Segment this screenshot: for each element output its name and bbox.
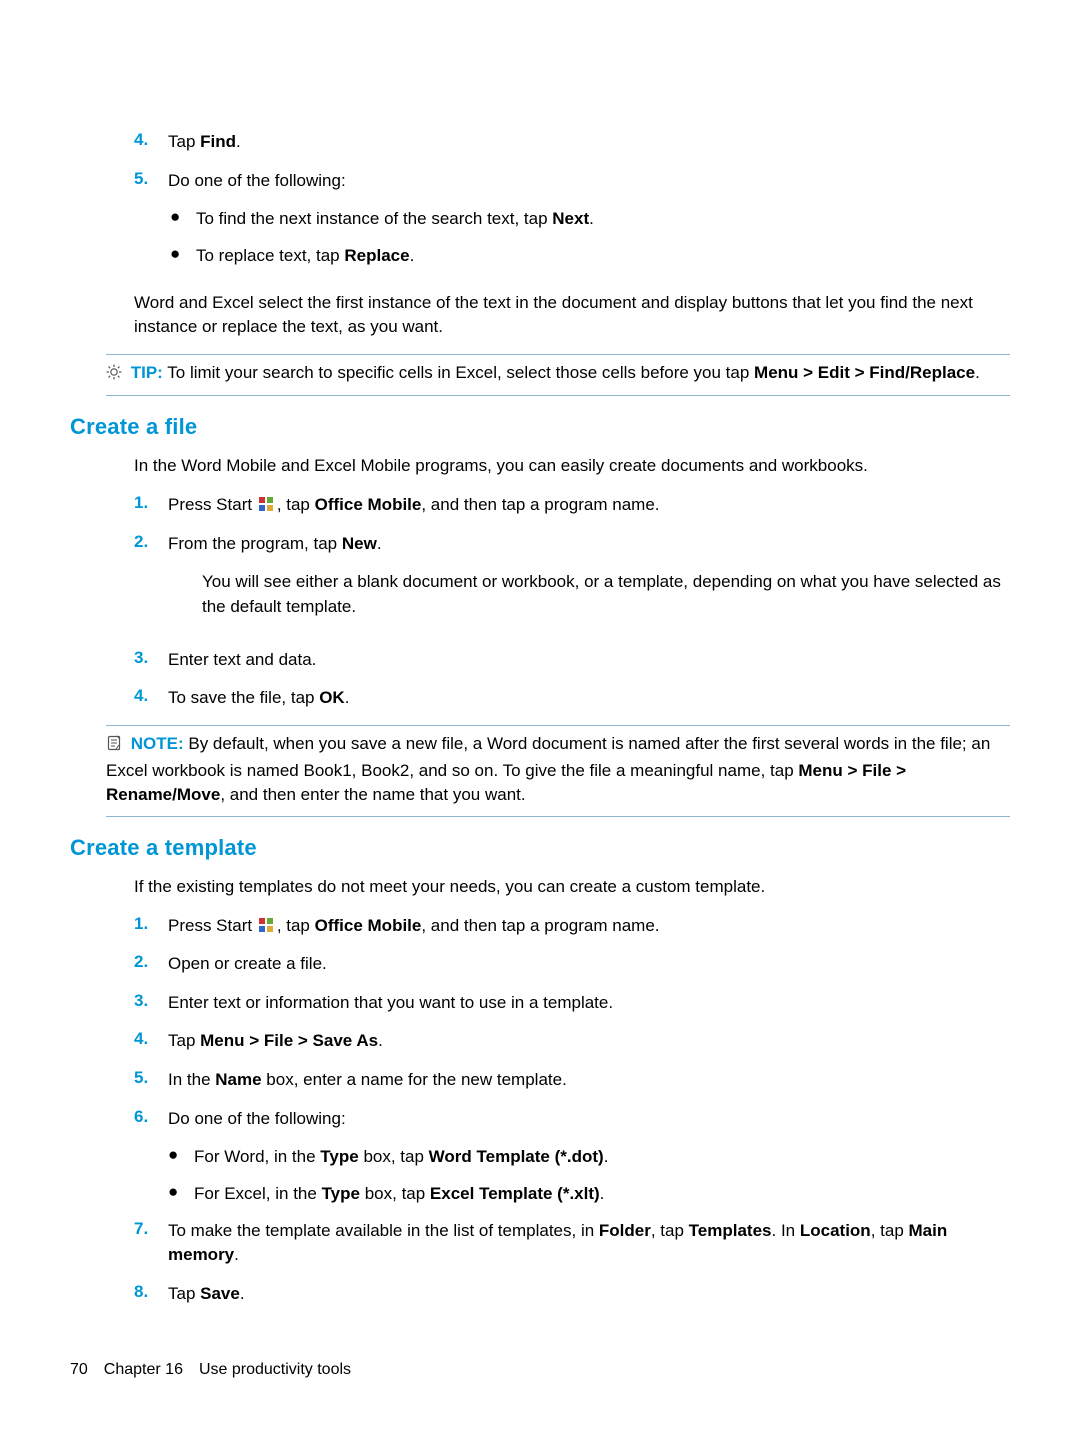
step-number: 3. [134,991,168,1016]
note-callout: NOTE: By default, when you save a new fi… [106,725,1010,817]
step-number: 2. [134,532,168,634]
step-number: 4. [134,1029,168,1054]
step-5-row: 5. Do one of the following: [70,169,1010,194]
bullet-dot: ● [168,1145,194,1170]
tip-text: To limit your search to specific cells i… [167,363,980,382]
note-text: By default, when you save a new file, a … [106,734,990,804]
page: 4. Tap Find. 5. Do one of the following:… [0,0,1080,1437]
step-number: 8. [134,1282,168,1307]
create-file-body: In the Word Mobile and Excel Mobile prog… [70,454,1010,710]
bullet-text-next: To find the next instance of the search … [196,207,1010,232]
heading-create-template: Create a template [70,835,1010,861]
step-text-enter-data: Enter text and data. [168,648,1010,673]
step5-bullets: ● To find the next instance of the searc… [70,207,1010,268]
note-icon [106,734,122,759]
step-number-5: 5. [134,169,168,194]
bullet-excel-template: For Excel, in the Type box, tap Excel Te… [194,1182,1010,1207]
windows-start-icon [259,497,275,511]
tip-callout: TIP: To limit your search to specific ce… [106,354,1010,397]
bullet-dot: ● [170,207,196,232]
step-text-name-box: In the Name box, enter a name for the ne… [168,1068,1010,1093]
step-number: 4. [134,686,168,711]
step-number: 6. [134,1107,168,1132]
step-text-do-one: Do one of the following: [168,1107,1010,1132]
step2-subtext: You will see either a blank document or … [168,570,1010,619]
step-text-save-as: Tap Menu > File > Save As. [168,1029,1010,1054]
heading-create-file: Create a file [70,414,1010,440]
step-text-folder-location: To make the template available in the li… [168,1219,1010,1268]
bullet-dot: ● [168,1182,194,1207]
step-number: 3. [134,648,168,673]
step-number-4: 4. [134,130,168,155]
create-template-body: If the existing templates do not meet yo… [70,875,1010,1307]
note-label: NOTE: [131,734,184,753]
step-number: 2. [134,952,168,977]
step-text-4: Tap Find. [168,130,1010,155]
step-text-tap-ok: To save the file, tap OK. [168,686,1010,711]
create-file-intro: In the Word Mobile and Excel Mobile prog… [134,454,1010,479]
step-text-open-create: Open or create a file. [168,952,1010,977]
para-find-summary: Word and Excel select the first instance… [70,291,1010,340]
bullet-word-template: For Word, in the Type box, tap Word Temp… [194,1145,1010,1170]
step-text-enter-info: Enter text or information that you want … [168,991,1010,1016]
tip-label: TIP: [131,363,163,382]
bullet-dot: ● [170,244,196,269]
step-text-press-start-b: Press Start , tap Office Mobile, and the… [168,914,1010,939]
step-text-press-start-a: Press Start , tap Office Mobile, and the… [168,493,1010,518]
step-text-5: Do one of the following: [168,169,1010,194]
step-number: 1. [134,493,168,518]
bullet-text-replace: To replace text, tap Replace. [196,244,1010,269]
tip-icon [106,363,122,388]
page-footer: 70 Chapter 16 Use productivity tools [70,1361,351,1379]
step-text-tap-new: From the program, tap New. You will see … [168,532,1010,634]
step-4-row: 4. Tap Find. [70,130,1010,155]
windows-start-icon [259,918,275,932]
create-template-intro: If the existing templates do not meet yo… [134,875,1010,900]
type-bullets: ● For Word, in the Type box, tap Word Te… [134,1145,1010,1206]
step-text-tap-save: Tap Save. [168,1282,1010,1307]
step-number: 7. [134,1219,168,1268]
step-number: 1. [134,914,168,939]
step-number: 5. [134,1068,168,1093]
